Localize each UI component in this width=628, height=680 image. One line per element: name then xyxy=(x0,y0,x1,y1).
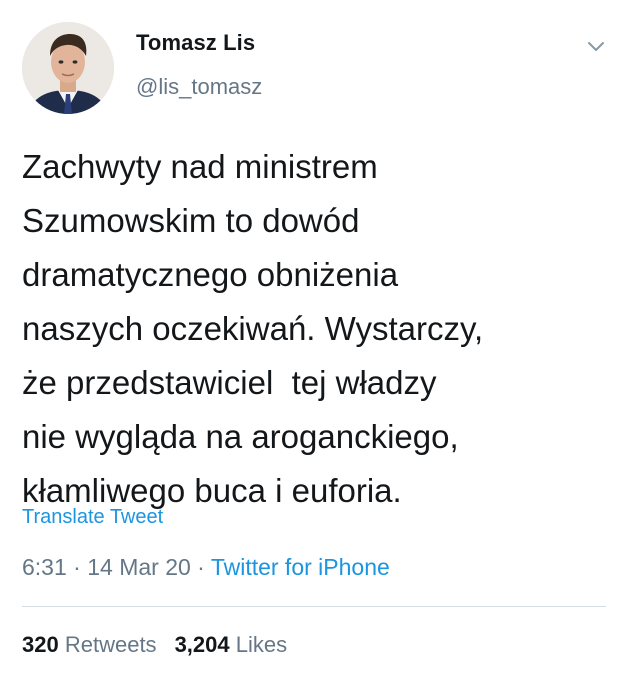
tweet-text-line: że przedstawiciel tej władzy xyxy=(22,364,437,401)
tweet-text-line: Szumowskim to dowód xyxy=(22,202,360,239)
meta-separator: · xyxy=(66,554,88,580)
retweets-count: 320 xyxy=(22,632,59,657)
tweet-text-line: nie wygląda na aroganckiego, xyxy=(22,418,459,455)
likes-stat[interactable]: 3,204 Likes xyxy=(175,632,288,657)
author-display-name[interactable]: Tomasz Lis xyxy=(136,30,255,56)
tweet-stats: 320 Retweets 3,204 Likes xyxy=(22,632,287,658)
divider xyxy=(22,606,606,607)
chevron-down-icon[interactable] xyxy=(584,34,608,58)
retweets-label: Retweets xyxy=(64,632,157,657)
tweet-text-line: Zachwyty nad ministrem xyxy=(22,148,378,185)
tweet-card: Tomasz Lis @lis_tomasz Zachwyty nad mini… xyxy=(0,0,628,680)
tweet-date[interactable]: 14 Mar 20 xyxy=(87,554,191,580)
tweet-text-line: dramatycznego obniżenia xyxy=(22,256,399,293)
tweet-text-line: naszych oczekiwań. Wystarczy, xyxy=(22,310,484,347)
tweet-text: Zachwyty nad ministrem Szumowskim to dow… xyxy=(22,140,612,518)
translate-tweet-link[interactable]: Translate Tweet xyxy=(22,506,163,529)
author-handle[interactable]: @lis_tomasz xyxy=(136,74,262,100)
avatar[interactable] xyxy=(22,22,114,114)
meta-separator: · xyxy=(190,554,211,580)
profile-photo xyxy=(22,22,114,114)
retweets-stat[interactable]: 320 Retweets xyxy=(22,632,157,657)
tweet-meta: 6:31 · 14 Mar 20 · Twitter for iPhone xyxy=(22,554,390,581)
likes-label: Likes xyxy=(235,632,288,657)
likes-count: 3,204 xyxy=(174,632,230,657)
tweet-source-link[interactable]: Twitter for iPhone xyxy=(211,554,390,580)
tweet-time[interactable]: 6:31 xyxy=(22,554,67,580)
